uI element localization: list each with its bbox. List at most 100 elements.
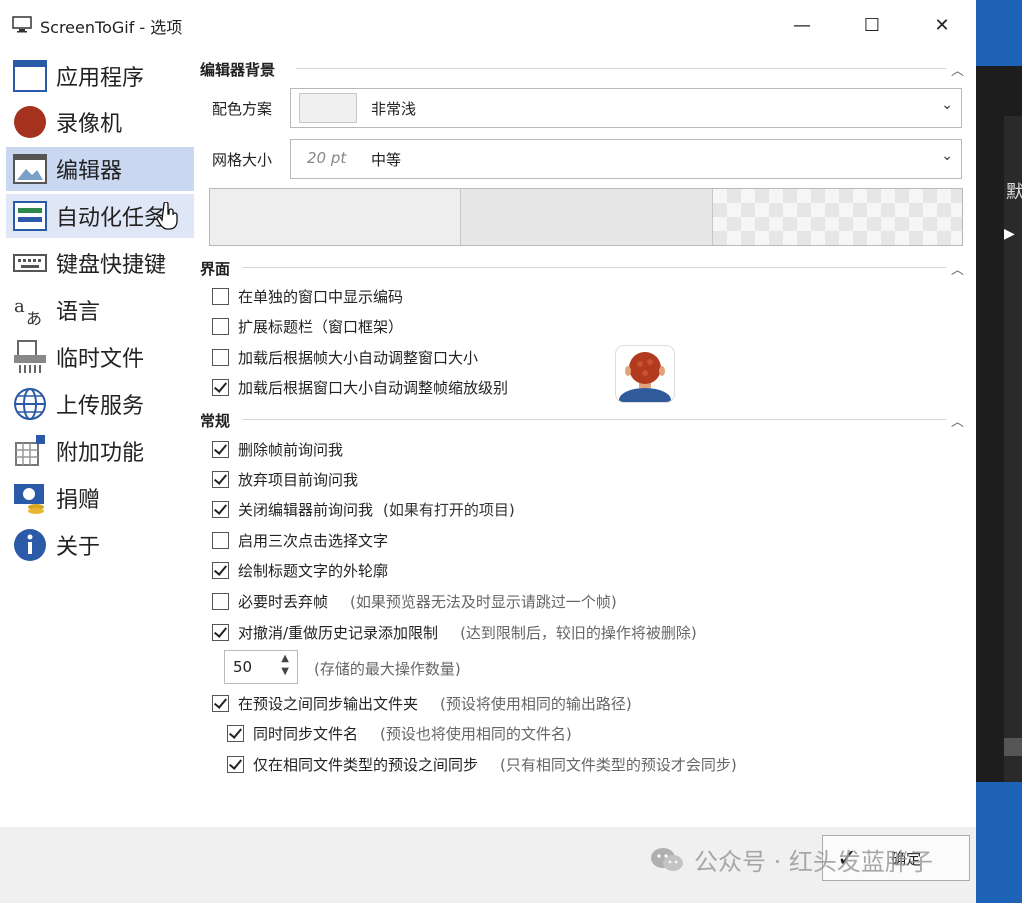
color-scheme-label: 配色方案	[212, 100, 273, 118]
sidebar-item-label: 应用程序	[56, 66, 145, 91]
option-show-encoder-window[interactable]: 在单独的窗口中显示编码	[212, 285, 403, 307]
grid-size-pt: 20 pt	[307, 149, 347, 167]
background-window-panel	[1004, 116, 1022, 782]
option-label: 在预设之间同步输出文件夹	[238, 694, 419, 713]
collapse-chevron-icon[interactable]: ︿	[951, 411, 964, 430]
checkbox[interactable]	[212, 470, 229, 488]
grid-size-label: 网格大小	[212, 151, 273, 169]
automation-icon	[13, 201, 47, 231]
record-icon	[14, 106, 46, 138]
extras-icon	[15, 435, 45, 466]
option-extend-title-bar[interactable]: 扩展标题栏（窗口框架）	[212, 315, 403, 337]
sidebar-item-temp-files[interactable]: 临时文件	[6, 335, 194, 379]
checkbox[interactable]	[212, 317, 229, 335]
sidebar-item-application[interactable]: 应用程序	[6, 54, 194, 98]
globe-icon	[14, 388, 46, 420]
checkbox[interactable]	[212, 561, 229, 579]
option-hint: (达到限制后，较旧的操作将被删除)	[460, 623, 697, 642]
grid-size-value: 中等	[371, 151, 402, 169]
collapse-chevron-icon[interactable]: ︿	[951, 60, 964, 79]
checkbox[interactable]	[212, 531, 229, 549]
section-divider	[242, 267, 946, 268]
sidebar-item-editor[interactable]: 编辑器	[6, 147, 194, 191]
option-hint: (如果有打开的项目)	[383, 500, 515, 519]
chevron-down-icon: ⌄	[941, 97, 953, 113]
sidebar-item-label: 录像机	[56, 112, 123, 137]
checkbox[interactable]	[212, 287, 229, 305]
keyboard-icon	[13, 254, 47, 272]
checkbox[interactable]	[212, 440, 229, 458]
option-label: 扩展标题栏（窗口框架）	[238, 317, 404, 336]
svg-text:あ: あ	[26, 309, 42, 328]
checkbox[interactable]	[212, 623, 229, 641]
app-monitor-icon	[12, 16, 32, 33]
collapse-chevron-icon[interactable]: ︿	[951, 259, 964, 278]
sidebar-item-shortcuts[interactable]: 键盘快捷键	[6, 241, 194, 285]
option-label: 加载后根据窗口大小自动调整帧缩放级别	[238, 378, 509, 397]
sidebar-item-extras[interactable]: 附加功能	[6, 429, 194, 473]
minimize-button[interactable]: —	[780, 8, 824, 42]
avatar-illustration	[619, 352, 671, 402]
option-sync-same-type[interactable]: 仅在相同文件类型的预设之间同步 (只有相同文件类型的预设才会同步)	[227, 753, 737, 775]
sidebar-item-label: 键盘快捷键	[56, 253, 167, 278]
stepper-down-icon[interactable]: ▼	[281, 666, 289, 677]
option-ask-before-delete[interactable]: 删除帧前询问我	[212, 438, 343, 460]
option-auto-resize-window[interactable]: 加载后根据帧大小自动调整窗口大小	[212, 346, 478, 368]
checkbox[interactable]	[212, 348, 229, 366]
language-icon: aあ	[14, 296, 42, 328]
checkbox[interactable]	[227, 755, 244, 773]
checkbox[interactable]	[212, 500, 229, 518]
undo-limit-stepper[interactable]: 50 ▲ ▼	[224, 650, 298, 684]
sidebar-item-label: 编辑器	[56, 159, 123, 184]
checkbox[interactable]	[227, 724, 244, 742]
options-window: ScreenToGif - 选项 — ☐ ✕ 应用程序 录像机 编辑器 自动化任…	[0, 0, 976, 903]
app-window-icon	[13, 60, 47, 92]
checkbox[interactable]	[212, 592, 229, 610]
sidebar-item-donate[interactable]: 捐赠	[6, 476, 194, 520]
preview-tile	[210, 189, 461, 245]
title-bar[interactable]: ScreenToGif - 选项 — ☐ ✕	[0, 0, 976, 50]
checkbox[interactable]	[212, 694, 229, 712]
option-label: 同时同步文件名	[253, 724, 359, 743]
color-swatch	[299, 93, 357, 123]
sidebar-item-label: 附加功能	[56, 441, 145, 466]
close-button[interactable]: ✕	[920, 8, 964, 42]
sidebar-item-upload[interactable]: 上传服务	[6, 382, 194, 426]
sidebar-item-recorder[interactable]: 录像机	[6, 100, 194, 144]
option-drop-frames[interactable]: 必要时丢弃帧 (如果预览器无法及时显示请跳过一个帧)	[212, 590, 617, 612]
option-ask-before-discard[interactable]: 放弃项目前询问我	[212, 468, 358, 490]
option-undo-limit[interactable]: 对撤消/重做历史记录添加限制 (达到限制后，较旧的操作将被删除)	[212, 621, 697, 643]
maximize-button[interactable]: ☐	[850, 8, 894, 42]
settings-panel: 编辑器背景 ︿ 配色方案 非常浅 ⌄ 网格大小 20 pt 中等 ⌄ 界面 ︿ …	[196, 52, 976, 827]
stepper-up-icon[interactable]: ▲	[281, 653, 289, 664]
option-label: 删除帧前询问我	[238, 440, 344, 459]
option-label: 加载后根据帧大小自动调整窗口大小	[238, 348, 479, 367]
background-window: 默 ▶	[976, 66, 1022, 782]
section-header-interface: 界面	[200, 260, 231, 278]
sidebar-item-about[interactable]: 关于	[6, 523, 194, 567]
svg-text:a: a	[14, 296, 25, 317]
option-label: 启用三次点击选择文字	[238, 531, 389, 550]
sidebar-item-label: 关于	[56, 535, 101, 560]
sidebar-item-label: 自动化任务	[56, 206, 167, 231]
option-auto-zoom-frames[interactable]: 加载后根据窗口大小自动调整帧缩放级别	[212, 376, 508, 398]
option-title-outline[interactable]: 绘制标题文字的外轮廓	[212, 559, 388, 581]
editor-icon	[13, 154, 47, 184]
background-preview	[209, 188, 963, 246]
sidebar-item-language[interactable]: aあ 语言	[6, 288, 194, 332]
option-label: 仅在相同文件类型的预设之间同步	[253, 755, 479, 774]
sidebar-item-label: 临时文件	[56, 347, 145, 372]
section-divider	[296, 68, 946, 69]
sidebar-item-label: 上传服务	[56, 394, 145, 419]
undo-limit-value: 50	[233, 658, 253, 676]
grid-size-select[interactable]: 20 pt 中等 ⌄	[290, 139, 962, 179]
option-sync-filename[interactable]: 同时同步文件名 (预设也将使用相同的文件名)	[227, 722, 572, 744]
option-sync-output-folder[interactable]: 在预设之间同步输出文件夹 (预设将使用相同的输出路径)	[212, 692, 632, 714]
option-label: 放弃项目前询问我	[238, 470, 359, 489]
color-scheme-select[interactable]: 非常浅 ⌄	[290, 88, 962, 128]
checkbox[interactable]	[212, 378, 229, 396]
section-divider	[242, 419, 946, 420]
watermark: 公众号 · 红头发蓝胖子	[650, 842, 933, 877]
option-ask-before-close[interactable]: 关闭编辑器前询问我 (如果有打开的项目)	[212, 498, 515, 520]
option-triple-click-select[interactable]: 启用三次点击选择文字	[212, 529, 388, 551]
